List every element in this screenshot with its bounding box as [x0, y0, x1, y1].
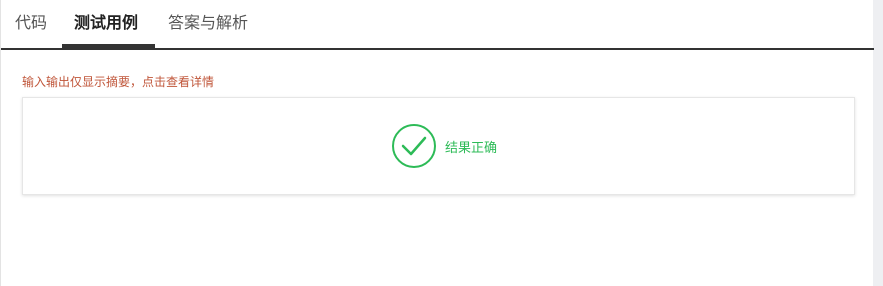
test-result-card[interactable]: 结果正确	[22, 97, 855, 195]
tab-test-cases[interactable]: 测试用例	[74, 0, 138, 48]
tab-answer-analysis[interactable]: 答案与解析	[168, 0, 248, 48]
test-case-panel: 代码 测试用例 答案与解析 输入输出仅显示摘要，点击查看详情 结果正确	[0, 0, 874, 286]
check-circle-icon	[392, 124, 436, 168]
result-status: 结果正确	[445, 141, 498, 156]
tab-code[interactable]: 代码	[15, 0, 47, 48]
active-tab-indicator	[62, 44, 155, 48]
tab-bar: 代码 测试用例 答案与解析	[1, 0, 874, 50]
summary-notice: 输入输出仅显示摘要，点击查看详情	[22, 75, 215, 89]
